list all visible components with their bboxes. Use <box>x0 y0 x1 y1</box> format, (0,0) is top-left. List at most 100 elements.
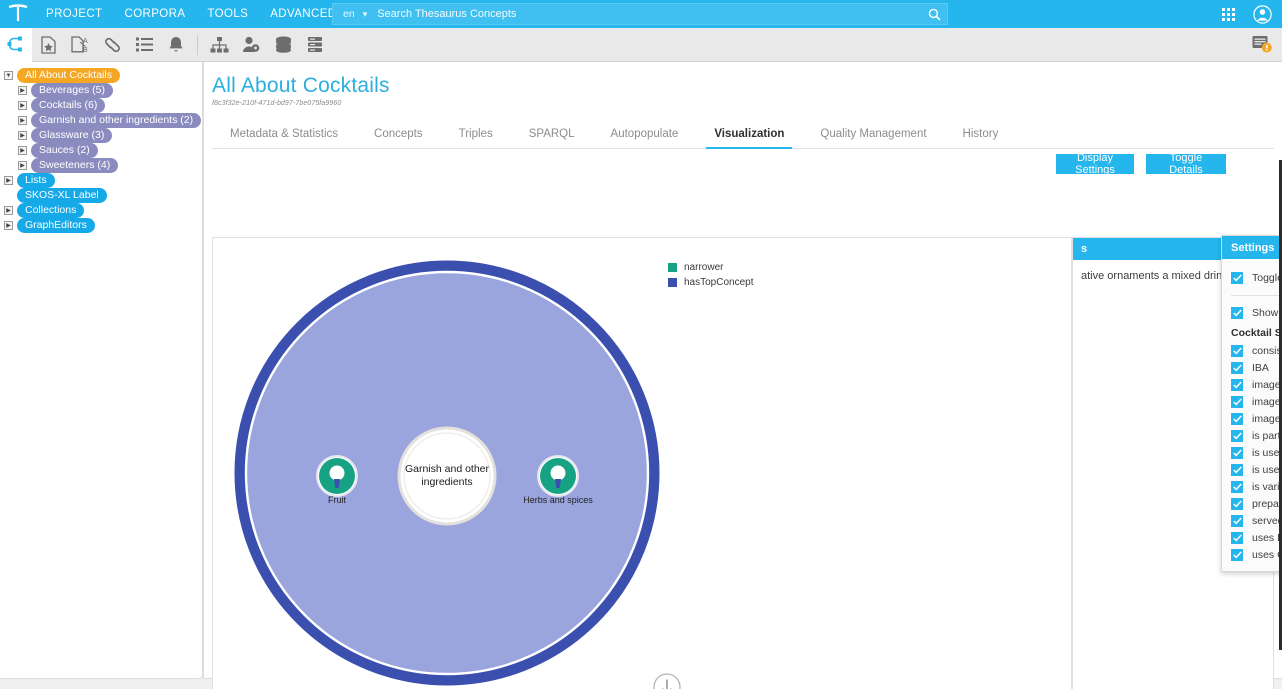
checkbox-checked-icon[interactable] <box>1231 379 1243 391</box>
thesaurus-graph-icon[interactable] <box>0 28 32 62</box>
checkbox-checked-icon[interactable] <box>1231 345 1243 357</box>
setting-property-row[interactable]: served <box>1222 512 1282 529</box>
search-icon[interactable] <box>921 8 947 21</box>
tree-node[interactable]: ▶ Collections <box>0 203 202 218</box>
checkbox-checked-icon[interactable] <box>1231 362 1243 374</box>
checkbox-checked-icon[interactable] <box>1231 430 1243 442</box>
expand-toggle-icon[interactable]: ▶ <box>18 86 27 95</box>
notification-alert-icon[interactable] <box>1252 34 1272 59</box>
tree-node-label[interactable]: Beverages (5) <box>31 83 113 98</box>
visualization-canvas[interactable]: narrower hasTopConcept <box>212 237 1072 689</box>
checkbox-checked-icon[interactable] <box>1231 481 1243 493</box>
setting-property-row[interactable]: is part of <box>1222 427 1282 444</box>
tree-node[interactable]: SKOS-XL Label <box>0 188 202 203</box>
checkbox-checked-icon[interactable] <box>1231 549 1243 561</box>
expand-toggle-icon[interactable]: ▶ <box>4 176 13 185</box>
display-settings-button[interactable]: Display Settings <box>1056 154 1134 174</box>
tab-concepts[interactable]: Concepts <box>356 128 441 148</box>
nav-item-tools[interactable]: TOOLS <box>207 8 248 20</box>
tree-node[interactable]: ▶ Cocktails (6) <box>0 98 202 113</box>
setting-show-all-skos-data[interactable]: Show All SKOS Data <box>1222 302 1282 324</box>
expand-toggle-icon[interactable]: ▶ <box>4 221 13 230</box>
setting-property-row[interactable]: is variant of <box>1222 478 1282 495</box>
tree-node-label[interactable]: GraphEditors <box>17 218 95 233</box>
link-icon[interactable] <box>96 28 128 62</box>
nav-item-corpora[interactable]: CORPORA <box>124 8 185 20</box>
checkbox-checked-icon[interactable] <box>1231 447 1243 459</box>
expand-toggle-icon[interactable]: ▶ <box>18 101 27 110</box>
checkbox-checked-icon[interactable] <box>1231 532 1243 544</box>
tree-node[interactable]: ▶ Glassware (3) <box>0 128 202 143</box>
tree-node-label[interactable]: Glassware (3) <box>31 128 112 143</box>
nav-item-advanced[interactable]: ADVANCED <box>270 8 336 20</box>
document-star-icon[interactable] <box>32 28 64 62</box>
toggle-details-button[interactable]: Toggle Details <box>1146 154 1226 174</box>
checkbox-checked-icon[interactable] <box>1231 498 1243 510</box>
expand-toggle-icon[interactable]: ▶ <box>18 131 27 140</box>
database-icon[interactable] <box>267 28 299 62</box>
tree-node[interactable]: ▼ All About Cocktails <box>0 68 202 83</box>
tree-node-label[interactable]: Cocktails (6) <box>31 98 105 113</box>
setting-property-row[interactable]: image <box>1222 376 1282 393</box>
checkbox-checked-icon[interactable] <box>1231 413 1243 425</box>
app-logo[interactable] <box>0 4 36 24</box>
grid-apps-icon[interactable] <box>1222 8 1235 21</box>
search-language-value[interactable]: en <box>333 8 363 20</box>
chevron-down-icon[interactable]: ▾ <box>363 9 368 20</box>
setting-property-row[interactable]: is used by <box>1222 461 1282 478</box>
tab-sparql[interactable]: SPARQL <box>511 128 593 148</box>
checkbox-checked-icon[interactable] <box>1231 272 1243 284</box>
expand-toggle-icon[interactable]: ▶ <box>18 161 27 170</box>
server-icon[interactable] <box>299 28 331 62</box>
checkbox-checked-icon[interactable] <box>1231 464 1243 476</box>
setting-label: image <box>1252 413 1281 425</box>
download-arrow-icon[interactable] <box>653 673 681 689</box>
tree-node-label[interactable]: All About Cocktails <box>17 68 120 83</box>
setting-property-row[interactable]: preparation <box>1222 495 1282 512</box>
setting-property-row[interactable]: uses Drinkware <box>1222 529 1282 546</box>
main-content: All About Cocktails f8c3f32e-210f-471d-b… <box>203 62 1282 679</box>
setting-property-row[interactable]: IBA <box>1222 359 1282 376</box>
list-icon[interactable] <box>128 28 160 62</box>
tree-node-label[interactable]: SKOS-XL Label <box>17 188 107 203</box>
tree-node-label[interactable]: Sweeteners (4) <box>31 158 118 173</box>
setting-property-row[interactable]: image <box>1222 393 1282 410</box>
setting-property-row[interactable]: image <box>1222 410 1282 427</box>
setting-property-row[interactable]: consists of <box>1222 342 1282 359</box>
expand-toggle-icon[interactable]: ▶ <box>18 116 27 125</box>
tree-node-label[interactable]: Lists <box>17 173 55 188</box>
tree-node-label[interactable]: Garnish and other ingredients (2) <box>31 113 201 128</box>
tree-node[interactable]: ▶ Sauces (2) <box>0 143 202 158</box>
hierarchy-icon[interactable] <box>203 28 235 62</box>
tree-node[interactable]: ▶ Garnish and other ingredients (2) <box>0 113 202 128</box>
tab-autopopulate[interactable]: Autopopulate <box>593 128 697 148</box>
setting-property-row[interactable]: is used by <box>1222 444 1282 461</box>
document-ab-icon[interactable]: A B <box>64 28 96 62</box>
expand-toggle-icon[interactable]: ▶ <box>4 206 13 215</box>
tab-visualization[interactable]: Visualization <box>696 128 802 148</box>
checkbox-checked-icon[interactable] <box>1231 307 1243 319</box>
nav-item-project[interactable]: PROJECT <box>46 8 102 20</box>
tree-node[interactable]: ▶ GraphEditors <box>0 218 202 233</box>
user-settings-icon[interactable] <box>235 28 267 62</box>
setting-toggle-all-properties[interactable]: Toggle All Properties <box>1222 267 1282 289</box>
tree-node[interactable]: ▶ Beverages (5) <box>0 83 202 98</box>
tab-triples[interactable]: Triples <box>441 128 511 148</box>
collapse-toggle-icon[interactable]: ▼ <box>4 71 13 80</box>
tree-node[interactable]: ▶ Lists <box>0 173 202 188</box>
tree-node-label[interactable]: Sauces (2) <box>31 143 98 158</box>
tree-node-label[interactable]: Collections <box>17 203 84 218</box>
tree-node[interactable]: ▶ Sweeteners (4) <box>0 158 202 173</box>
setting-label: is variant of <box>1252 481 1282 493</box>
tab-quality-management[interactable]: Quality Management <box>802 128 944 148</box>
tab-history[interactable]: History <box>945 128 1017 148</box>
user-account-icon[interactable] <box>1253 5 1272 24</box>
checkbox-checked-icon[interactable] <box>1231 515 1243 527</box>
expand-toggle-icon[interactable]: ▶ <box>18 146 27 155</box>
search-input[interactable] <box>377 8 921 20</box>
setting-property-row[interactable]: uses Garnish <box>1222 546 1282 563</box>
bell-icon[interactable] <box>160 28 192 62</box>
concept-graph[interactable] <box>213 238 1072 689</box>
checkbox-checked-icon[interactable] <box>1231 396 1243 408</box>
tab-metadata-statistics[interactable]: Metadata & Statistics <box>212 128 356 148</box>
